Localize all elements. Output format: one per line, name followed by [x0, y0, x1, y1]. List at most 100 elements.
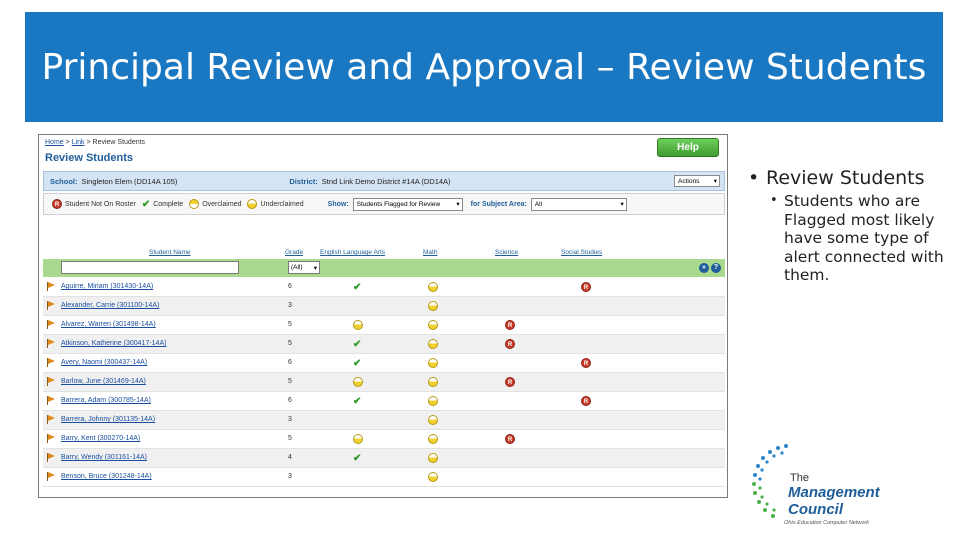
- legend-complete: ✔ Complete: [142, 199, 183, 210]
- table-row: Barrera, Johnny (301135-14A) 3: [43, 411, 725, 430]
- legend-not-on-roster: R Student Not On Roster: [52, 199, 136, 209]
- not-on-roster-icon[interactable]: R: [505, 339, 515, 349]
- refresh-icon[interactable]: »: [699, 263, 709, 273]
- underclaimed-icon[interactable]: [353, 320, 363, 332]
- logo-line2: Council: [788, 501, 843, 518]
- underclaimed-icon[interactable]: [353, 434, 363, 446]
- student-name-link[interactable]: Barrera, Adam (300785-14A): [61, 397, 151, 404]
- underclaimed-icon[interactable]: [428, 320, 438, 332]
- student-name-filter[interactable]: [61, 261, 239, 274]
- underclaimed-icon[interactable]: [353, 377, 363, 389]
- table-row: Avery, Naomi (300437-14A) 6 ✔ R: [43, 354, 725, 373]
- underclaimed-icon: [247, 199, 258, 209]
- bullet-sub-text: Students who are Flagged most likely hav…: [784, 192, 944, 284]
- legend-label: Complete: [153, 200, 184, 208]
- underclaimed-icon[interactable]: [428, 339, 438, 351]
- subject-select[interactable]: All ▾: [530, 197, 627, 211]
- student-name-link[interactable]: Barlow, June (301469-14A): [61, 378, 146, 385]
- table-row: Barlow, June (301469-14A) 5 R: [43, 373, 725, 392]
- not-on-roster-icon: R: [52, 199, 62, 209]
- not-on-roster-icon[interactable]: R: [505, 320, 515, 330]
- underclaimed-icon[interactable]: [428, 434, 438, 446]
- not-on-roster-icon[interactable]: R: [505, 434, 515, 444]
- underclaimed-icon[interactable]: [428, 415, 438, 427]
- breadcrumb-separator: >: [86, 139, 91, 146]
- student-name-link[interactable]: Benson, Bruce (301248-14A): [61, 473, 152, 480]
- chevron-down-icon: ▾: [620, 201, 624, 208]
- student-table-body: Aguirre, Miriam (301430-14A) 6 ✔ R Alexander…: [43, 278, 725, 487]
- col-science[interactable]: Science: [495, 249, 518, 256]
- student-name-link[interactable]: Alvarez, Warren (301498-14A): [61, 321, 156, 328]
- table-header: Student Name Grade English Language Arts…: [43, 247, 725, 259]
- col-student-name[interactable]: Student Name: [149, 249, 191, 256]
- col-social-studies[interactable]: Social Studies: [561, 249, 602, 256]
- student-grade: 3: [288, 302, 292, 309]
- col-ela[interactable]: English Language Arts: [320, 249, 385, 256]
- legend-overclaimed: Overclaimed: [189, 199, 241, 209]
- show-label: Show:: [327, 200, 349, 208]
- col-math[interactable]: Math: [423, 249, 437, 256]
- flag-icon: [47, 453, 55, 462]
- underclaimed-icon[interactable]: [428, 377, 438, 389]
- grade-filter-select[interactable]: (All) ▾: [288, 261, 320, 274]
- chevron-down-icon: ▾: [456, 201, 460, 208]
- underclaimed-icon[interactable]: [428, 453, 438, 465]
- flag-icon: [47, 339, 55, 348]
- show-select[interactable]: Students Flagged for Review ▾: [352, 197, 463, 211]
- student-name-link[interactable]: Barrera, Johnny (301135-14A): [61, 416, 155, 423]
- actions-select[interactable]: Actions ▾: [674, 175, 720, 187]
- student-name-link[interactable]: Alexander, Carrie (301100-14A): [61, 302, 159, 309]
- complete-icon[interactable]: ✔: [353, 396, 361, 407]
- bullet-icon: •: [770, 193, 778, 208]
- overclaimed-icon: [189, 199, 200, 209]
- slide-title-bar: Principal Review and Approval – Review S…: [25, 12, 943, 122]
- breadcrumb-home[interactable]: Home: [45, 139, 64, 146]
- school-bar: School: Singleton Elem (DD14A 105) Distr…: [43, 171, 725, 191]
- flag-icon: [47, 396, 55, 405]
- underclaimed-icon[interactable]: [428, 396, 438, 408]
- student-name-link[interactable]: Barry, Wendy (301161-14A): [61, 454, 147, 461]
- bullet-sub: • Students who are Flagged most likely h…: [770, 192, 953, 285]
- bullet-main: • Review Students: [748, 168, 953, 188]
- not-on-roster-icon[interactable]: R: [581, 358, 591, 368]
- complete-icon[interactable]: ✔: [353, 282, 361, 293]
- complete-icon[interactable]: ✔: [353, 358, 361, 369]
- table-row: Aguirre, Miriam (301430-14A) 6 ✔ R: [43, 278, 725, 297]
- not-on-roster-icon[interactable]: R: [581, 282, 591, 292]
- student-name-link[interactable]: Barry, Kent (300270-14A): [61, 435, 140, 442]
- student-grade: 6: [288, 359, 292, 366]
- complete-icon[interactable]: ✔: [353, 339, 361, 350]
- student-name-link[interactable]: Atkinson, Katherine (300417-14A): [61, 340, 166, 347]
- underclaimed-icon[interactable]: [428, 282, 438, 294]
- flag-icon: [47, 415, 55, 424]
- student-grade: 3: [288, 473, 292, 480]
- col-grade[interactable]: Grade: [285, 249, 303, 256]
- student-name-link[interactable]: Avery, Naomi (300437-14A): [61, 359, 147, 366]
- breadcrumb-current: Review Students: [92, 139, 146, 146]
- help-icon[interactable]: ?: [711, 263, 721, 273]
- student-name-link[interactable]: Aguirre, Miriam (301430-14A): [61, 283, 153, 290]
- page-title: Review Students: [45, 152, 134, 164]
- breadcrumb-link[interactable]: Link: [72, 139, 85, 146]
- slide-bullets: • Review Students • Students who are Fla…: [748, 168, 953, 285]
- legend-label: Student Not On Roster: [65, 200, 136, 208]
- underclaimed-icon[interactable]: [428, 472, 438, 484]
- not-on-roster-icon[interactable]: R: [505, 377, 515, 387]
- logo-the: The: [790, 472, 809, 484]
- underclaimed-icon[interactable]: [428, 358, 438, 370]
- complete-icon[interactable]: ✔: [353, 453, 361, 464]
- help-button[interactable]: Help: [657, 138, 719, 157]
- legend-bar: R Student Not On Roster ✔ Complete Overc…: [43, 193, 725, 215]
- underclaimed-icon[interactable]: [428, 301, 438, 313]
- not-on-roster-icon[interactable]: R: [581, 396, 591, 406]
- student-grade: 4: [288, 454, 292, 461]
- grade-filter-value: (All): [291, 264, 303, 271]
- flag-icon: [47, 282, 55, 291]
- legend-label: Underclaimed: [260, 200, 304, 208]
- district-label: District:: [289, 176, 318, 186]
- logo-tagline: Ohio Education Computer Network: [784, 520, 869, 526]
- subject-value: All: [534, 200, 543, 208]
- filter-row: (All) ▾ » ?: [43, 259, 725, 277]
- table-row: Alexander, Carrie (301100-14A) 3: [43, 297, 725, 316]
- check-icon: ✔: [141, 198, 151, 210]
